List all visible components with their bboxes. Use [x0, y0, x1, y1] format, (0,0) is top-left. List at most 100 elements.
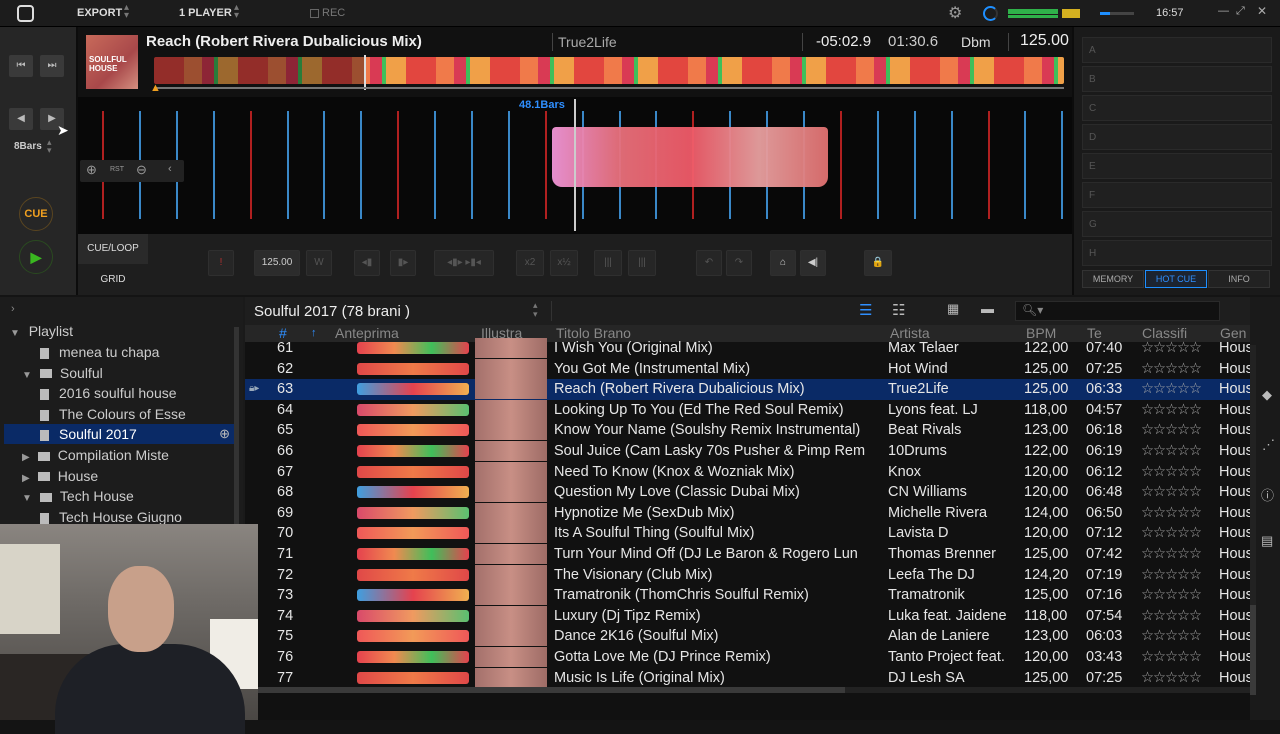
- tap-button[interactable]: W: [306, 250, 332, 276]
- volume-slider[interactable]: [1100, 12, 1134, 15]
- grid-lock-icon[interactable]: 🔒: [864, 250, 892, 276]
- table-row[interactable]: 66 Soul Juice (Cam Lasky 70s Pusher & Pim…: [245, 441, 1250, 462]
- table-row[interactable]: 69 Hypnotize Me (SexDub Mix) Michelle Rive…: [245, 502, 1250, 524]
- grid-adjust-button[interactable]: |||: [594, 250, 622, 276]
- preview-waveform[interactable]: [357, 651, 469, 663]
- preview-waveform[interactable]: [357, 465, 469, 478]
- preview-waveform[interactable]: [357, 548, 469, 560]
- table-row[interactable]: 77 Music Is Life (Original Mix) DJ Lesh SA…: [245, 667, 1250, 689]
- close-icon[interactable]: ✕: [1257, 4, 1267, 18]
- tree-item-2016-soulful-house[interactable]: 2016 soulful house: [40, 383, 177, 403]
- play-button[interactable]: ▶: [19, 240, 53, 274]
- hot-cue-slot-a[interactable]: A: [1082, 37, 1272, 63]
- tree-item-menea-tu-chapa[interactable]: menea tu chapa: [40, 342, 159, 362]
- chevron-left-icon[interactable]: ‹: [168, 163, 172, 175]
- tree-root-playlist[interactable]: ▼ Playlist: [10, 321, 73, 341]
- hot-cue-slot-h[interactable]: H: [1082, 240, 1272, 266]
- search-input[interactable]: 🔍︎▾: [1015, 301, 1220, 321]
- list-panel-icon[interactable]: ▤: [1261, 533, 1273, 549]
- tree-item-the-colours-of-esse[interactable]: The Colours of Esse: [40, 404, 186, 424]
- chevron-right-icon[interactable]: ›: [11, 303, 15, 315]
- vertical-scrollbar[interactable]: [1250, 345, 1256, 695]
- list-view-icon[interactable]: ☰: [859, 301, 872, 319]
- grid-tab[interactable]: GRID: [78, 265, 148, 295]
- triangle-right-icon[interactable]: ▶: [22, 452, 30, 463]
- hot-cue-tab[interactable]: HOT CUE: [1145, 270, 1207, 288]
- table-row[interactable]: 71 Turn Your Mind Off (DJ Le Baron & Roge…: [245, 544, 1250, 565]
- table-row[interactable]: 68 Question My Love (Classic Dubai Mix) CN…: [245, 482, 1250, 503]
- triangle-down-icon[interactable]: ▼: [22, 370, 32, 381]
- table-row[interactable]: 76 Gotta Love Me (DJ Prince Remix) Tanto P…: [245, 647, 1250, 668]
- grid-bpm-field[interactable]: 125.00: [254, 250, 300, 276]
- table-row[interactable]: 🔒︎▸ 63 Reach (Robert Rivera Dubalicious Mi…: [245, 379, 1250, 400]
- table-row[interactable]: 61 I Wish You (Original Mix) Max Telaer 122…: [245, 338, 1250, 359]
- zoom-in-icon[interactable]: ⊕: [86, 162, 97, 178]
- gear-icon[interactable]: ⚙: [948, 3, 962, 23]
- table-row[interactable]: 65 Know Your Name (Soulshy Remix Instrume…: [245, 420, 1250, 441]
- export-mode-selector[interactable]: EXPORT: [77, 7, 122, 19]
- hot-cue-slot-b[interactable]: B: [1082, 66, 1272, 92]
- grid-half-button[interactable]: x½: [550, 250, 578, 276]
- tag-icon[interactable]: ◆: [1262, 387, 1272, 403]
- rec-checkbox[interactable]: [310, 9, 319, 18]
- preview-waveform[interactable]: [357, 609, 469, 622]
- detail-view-icon[interactable]: ☷: [892, 301, 905, 319]
- preview-waveform[interactable]: [357, 527, 469, 540]
- tree-scrollbar[interactable]: [234, 327, 239, 527]
- rekordbox-logo-icon[interactable]: [17, 5, 34, 22]
- cue-loop-tab[interactable]: CUE/LOOP: [78, 234, 148, 264]
- grid-move-button[interactable]: ◂▮▸ ▸▮◂: [434, 250, 494, 276]
- info-icon[interactable]: ⓘ: [1261, 485, 1274, 504]
- chevron-updown-icon[interactable]: ▴ ▾: [234, 3, 239, 21]
- horizontal-scrollbar[interactable]: [245, 687, 1250, 693]
- prev-track-button[interactable]: ⏮: [9, 55, 33, 77]
- table-row[interactable]: 74 Luxury (Dj Tipz Remix) Luka feat. Jaide…: [245, 605, 1250, 627]
- tree-item-soulful[interactable]: ▼ Soulful: [22, 363, 103, 383]
- tree-item-compilation-miste[interactable]: ▶ Compilation Miste: [22, 445, 169, 465]
- tree-item-house[interactable]: ▶ House: [22, 466, 98, 486]
- redo-icon[interactable]: ↷: [726, 250, 752, 276]
- preview-waveform[interactable]: [357, 486, 469, 499]
- maximize-icon[interactable]: ⤢: [1236, 5, 1245, 18]
- split-view-icon[interactable]: ▬: [981, 301, 994, 316]
- triangle-down-icon[interactable]: ▼: [22, 493, 32, 504]
- beat-sync-icon[interactable]: ◀|: [800, 250, 826, 276]
- preview-waveform[interactable]: [357, 630, 469, 643]
- table-row[interactable]: 75 Dance 2K16 (Soulful Mix) Alan de Lanier…: [245, 626, 1250, 647]
- next-track-button[interactable]: ⏭: [40, 55, 64, 77]
- metronome-icon[interactable]: ⌂: [770, 250, 796, 276]
- related-icon[interactable]: ⋰: [1262, 437, 1275, 453]
- preview-waveform[interactable]: [357, 342, 469, 354]
- preview-waveform[interactable]: [357, 383, 469, 396]
- chevron-updown-icon[interactable]: ▴ ▾: [47, 138, 52, 155]
- grid-alert-button[interactable]: !: [208, 250, 234, 276]
- preview-waveform[interactable]: [357, 589, 469, 602]
- grid-double-button[interactable]: x2: [516, 250, 544, 276]
- info-tab[interactable]: INFO: [1208, 270, 1270, 288]
- hot-cue-slot-e[interactable]: E: [1082, 153, 1272, 179]
- triangle-right-icon[interactable]: ▶: [22, 473, 30, 484]
- undo-icon[interactable]: ↶: [696, 250, 722, 276]
- hot-cue-slot-c[interactable]: C: [1082, 95, 1272, 121]
- add-icon[interactable]: ⊕: [219, 424, 230, 444]
- table-row[interactable]: 67 Need To Know (Knox & Wozniak Mix) Knox 1…: [245, 461, 1250, 483]
- grid-shift-right-button[interactable]: ▮▸: [390, 250, 416, 276]
- hot-cue-slot-d[interactable]: D: [1082, 124, 1272, 150]
- minimize-icon[interactable]: —: [1218, 5, 1229, 17]
- preview-waveform[interactable]: [357, 445, 469, 457]
- preview-waveform[interactable]: [357, 424, 469, 437]
- table-row[interactable]: 70 Its A Soulful Thing (Soulful Mix) Lavis…: [245, 523, 1250, 544]
- preview-waveform[interactable]: [357, 506, 469, 519]
- hot-cue-slot-g[interactable]: G: [1082, 211, 1272, 237]
- table-row[interactable]: 62 You Got Me (Instrumental Mix) Hot Wind 1…: [245, 358, 1250, 380]
- table-row[interactable]: 72 The Visionary (Club Mix) Leefa The DJ 12…: [245, 564, 1250, 586]
- beat-jump-back-button[interactable]: ◀: [9, 108, 33, 130]
- hot-cue-slot-f[interactable]: F: [1082, 182, 1272, 208]
- tree-item-soulful-2017[interactable]: Soulful 2017 ⊕: [4, 424, 234, 445]
- artwork-view-icon[interactable]: ▦: [947, 301, 959, 317]
- zoom-out-icon[interactable]: ⊖: [136, 162, 147, 178]
- chevron-updown-icon[interactable]: ▴ ▾: [533, 301, 538, 319]
- preview-waveform[interactable]: [357, 671, 469, 684]
- table-row[interactable]: 64 Looking Up To You (Ed The Red Soul Rem…: [245, 399, 1250, 421]
- player-mode-selector[interactable]: 1 PLAYER: [179, 7, 232, 19]
